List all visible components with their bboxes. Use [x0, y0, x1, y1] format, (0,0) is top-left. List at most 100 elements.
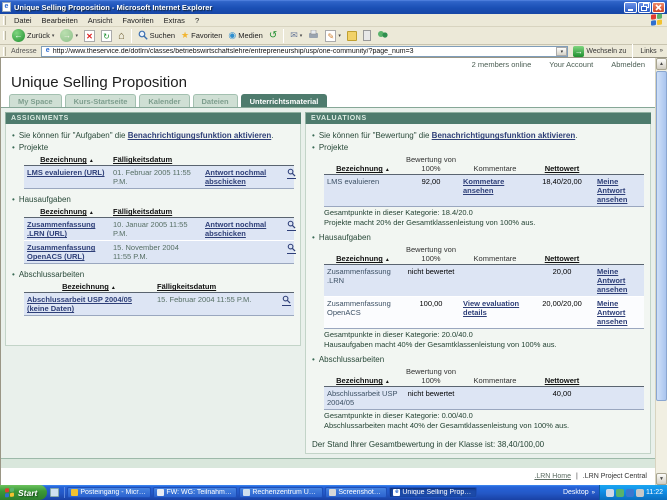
notify-activate-link[interactable]: Benachrichtigungsfunktion aktivieren [128, 131, 272, 140]
lrn-home-link[interactable]: .LRN Home [534, 473, 571, 480]
col-bezeichnung[interactable]: Bezeichnung ▲ [24, 281, 154, 294]
scroll-up-icon[interactable]: ▲ [656, 58, 667, 70]
taskbar-button-posteingang[interactable]: Posteingang - Micros... [67, 487, 152, 498]
eval-details-link[interactable]: View evaluation details [463, 299, 519, 317]
resubmit-link[interactable]: Antwort nochmal abschicken [205, 168, 266, 186]
tab-kalender[interactable]: Kalender [139, 94, 190, 108]
my-answer-link[interactable]: Meine Antwort ansehen [597, 177, 627, 204]
menu-extras[interactable]: Extras [159, 16, 190, 25]
assignments-hausaufgaben-table: Bezeichnung ▲ Fälligkeitsdatum Zusammenf… [24, 206, 296, 264]
col-bezeichnung[interactable]: Bezeichnung ▲ [24, 154, 110, 167]
magnifier-icon[interactable] [282, 295, 291, 307]
tab-dateien[interactable]: Dateien [192, 94, 238, 108]
restore-button[interactable] [638, 1, 651, 13]
col-nettowert[interactable]: Nettowert [530, 244, 594, 266]
links-chevron-icon[interactable]: » [660, 48, 663, 54]
back-label: Zurück [27, 31, 50, 40]
start-button[interactable]: Start [0, 485, 48, 500]
menu-ansicht[interactable]: Ansicht [83, 16, 118, 25]
notify-activate-link[interactable]: Benachrichtigungsfunktion aktivieren [432, 131, 576, 140]
media-icon: ◉ [228, 30, 237, 40]
comments-link[interactable]: Kommetare ansehen [463, 177, 504, 195]
messenger-button[interactable] [374, 28, 391, 44]
toolbar-grip[interactable] [3, 31, 6, 40]
col-faelligkeitsdatum[interactable]: Fälligkeitsdatum [110, 154, 202, 167]
col-faelligkeitsdatum[interactable]: Fälligkeitsdatum [154, 281, 264, 294]
magnifier-icon[interactable] [287, 220, 296, 232]
col-nettowert[interactable]: Nettowert [530, 366, 594, 388]
user-bar: 2 members online Your Account Abmelden [1, 58, 655, 71]
col-bezeichnung[interactable]: Bezeichnung ▲ [24, 206, 110, 219]
lrn-project-central-link[interactable]: .LRN Project Central [583, 473, 647, 480]
your-account-link[interactable]: Your Account [549, 60, 593, 69]
scroll-down-icon[interactable]: ▼ [656, 473, 667, 485]
tab-unterrichtsmaterial[interactable]: Unterrichtsmaterial [240, 94, 328, 108]
assignment-link[interactable]: LMS evaluieren (URL) [27, 168, 105, 177]
notify-prefix: Sie können für "Aufgaben" die [18, 131, 128, 141]
magnifier-icon[interactable] [287, 243, 296, 255]
print-button[interactable] [305, 28, 322, 44]
tray-icon[interactable] [616, 488, 624, 497]
stop-button[interactable]: ✕ [81, 28, 98, 44]
content-bottom-band [1, 458, 655, 468]
hausaufgaben-title: • Hausaufgaben [12, 195, 294, 204]
menu-bearbeiten[interactable]: Bearbeiten [37, 16, 83, 25]
minimize-button[interactable] [624, 1, 637, 13]
close-button[interactable] [652, 1, 665, 13]
taskbar: Start Posteingang - Micros... FW: WG: Te… [0, 485, 667, 500]
go-button[interactable]: → Wechseln zu [570, 45, 629, 57]
address-dropdown-icon[interactable]: ▾ [556, 46, 568, 56]
menu-datei[interactable]: Datei [9, 16, 37, 25]
col-bezeichnung[interactable]: Bezeichnung ▲ [324, 244, 402, 266]
menubar-grip[interactable] [3, 15, 6, 25]
col-bezeichnung[interactable]: Bezeichnung ▲ [324, 366, 402, 388]
resubmit-link[interactable]: Antwort nochmal abschicken [205, 220, 266, 238]
tray-icon[interactable] [636, 488, 644, 497]
assignment-link[interactable]: Zusammenfassung .LRN (URL) [27, 220, 95, 238]
logout-link[interactable]: Abmelden [611, 60, 645, 69]
menu-favoriten[interactable]: Favoriten [117, 16, 158, 25]
tray-icon[interactable] [626, 488, 634, 497]
table-row: Zusammenfassung OpenACS (URL) 15. Novemb… [24, 240, 296, 264]
back-dropdown-icon[interactable]: ▾ [52, 33, 55, 39]
desktop-chevron-icon[interactable]: » [592, 490, 595, 496]
address-input[interactable] [51, 46, 557, 56]
taskbar-button-mail[interactable]: FW: WG: Teilnahme v... [153, 487, 238, 498]
media-button[interactable]: ◉ Medien [225, 28, 265, 44]
scrollbar-thumb[interactable] [656, 71, 667, 401]
forward-button[interactable]: → ▾ [57, 28, 81, 44]
home-button[interactable]: ⌂ [115, 28, 128, 44]
col-bezeichnung[interactable]: Bezeichnung ▲ [324, 154, 402, 176]
assignment-link[interactable]: Abschlussarbeit USP 2004/05 (keine Daten… [27, 295, 132, 313]
search-button[interactable]: Suchen [135, 28, 178, 44]
links-toolbar[interactable]: Links » [636, 48, 667, 55]
assignment-link[interactable]: Zusammenfassung OpenACS (URL) [27, 243, 95, 261]
discuss-button[interactable] [344, 28, 360, 44]
edit-button[interactable]: ✎ ▾ [322, 28, 344, 44]
history-button[interactable]: ↺ [266, 28, 280, 44]
desktop-toolbar[interactable]: Desktop » [563, 489, 599, 496]
taskbar-button-rechenzentrum[interactable]: Rechenzentrum Uni K... [239, 487, 324, 498]
vertical-scrollbar[interactable]: ▲ ▼ [655, 58, 667, 485]
quick-launch-icon[interactable] [50, 488, 60, 497]
my-answer-link[interactable]: Meine Antwort ansehen [597, 267, 627, 294]
edit-dropdown-icon[interactable]: ▾ [338, 33, 341, 39]
col-faelligkeitsdatum[interactable]: Fälligkeitsdatum [110, 206, 202, 219]
favorites-button[interactable]: ★ Favoriten [178, 28, 225, 44]
col-nettowert[interactable]: Nettowert [530, 154, 594, 176]
forward-dropdown-icon[interactable]: ▾ [75, 33, 78, 39]
addressbar-grip[interactable] [3, 46, 6, 56]
mail-dropdown-icon[interactable]: ▾ [300, 33, 303, 39]
taskbar-button-usp[interactable]: e Unique Selling Proposi... [389, 487, 478, 498]
menu-hilfe[interactable]: ? [190, 16, 204, 25]
magnifier-icon[interactable] [287, 168, 296, 180]
taskbar-button-screenshots[interactable]: Screenshots dotLR... [325, 487, 388, 498]
my-answer-link[interactable]: Meine Antwort ansehen [597, 299, 627, 326]
tray-icon[interactable] [606, 488, 614, 497]
back-button[interactable]: ← Zurück ▾ [9, 28, 57, 44]
tab-kurs-startseite[interactable]: Kurs-Startseite [64, 94, 137, 108]
tool-button[interactable] [360, 28, 374, 44]
mail-button[interactable]: ✉ ▾ [287, 28, 305, 44]
refresh-button[interactable]: ↻ [98, 28, 115, 44]
tab-my-space[interactable]: My Space [9, 94, 62, 108]
